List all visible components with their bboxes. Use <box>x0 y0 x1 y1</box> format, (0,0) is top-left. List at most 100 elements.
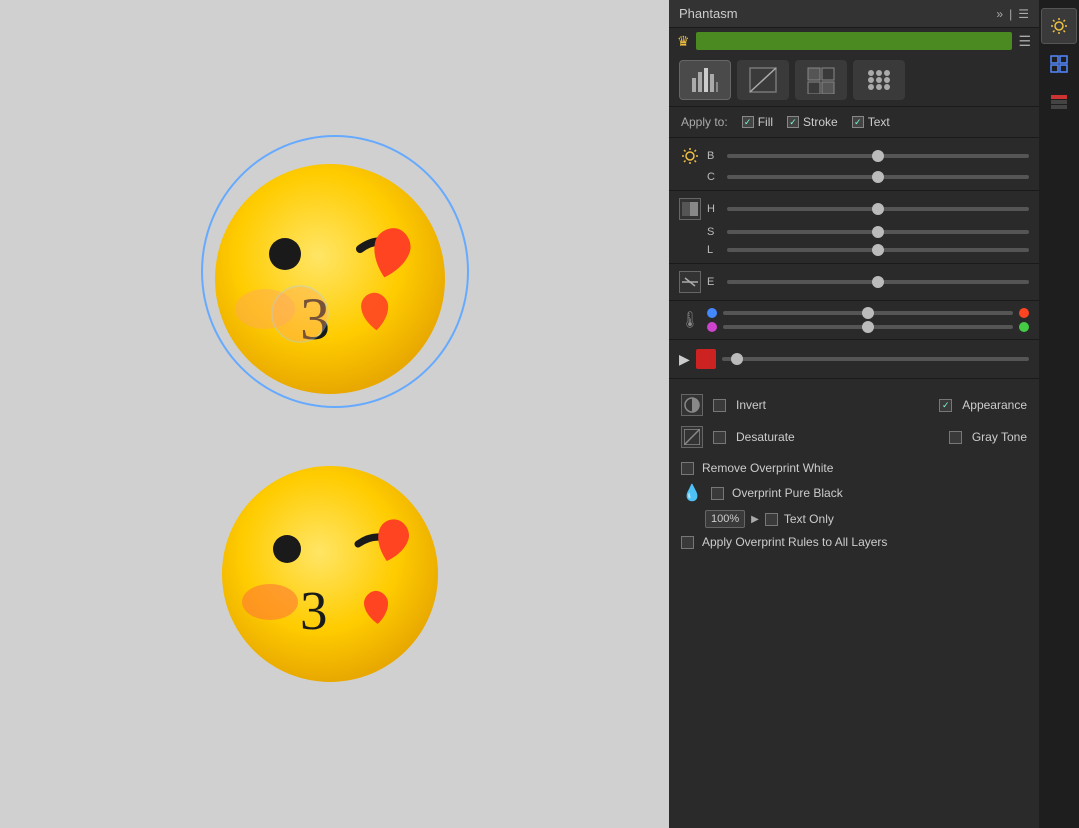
percent-arrow[interactable]: ▶ <box>751 514 759 525</box>
exposure-row: E <box>669 268 1039 296</box>
stroke-check-item[interactable]: ✓ Stroke <box>787 115 838 129</box>
overprint-black-label: Overprint Pure Black <box>732 486 843 500</box>
grid-toolbar-btn[interactable] <box>1041 46 1077 82</box>
remove-overprint-checkbox[interactable] <box>681 462 694 475</box>
temperature-row: 🌡 <box>669 305 1039 335</box>
e-icon-container <box>679 271 701 293</box>
stroke-label: Stroke <box>803 115 838 129</box>
tab-levels[interactable] <box>737 60 789 100</box>
apply-overprint-label: Apply Overprint Rules to All Layers <box>702 535 887 549</box>
overprint-black-checkbox[interactable] <box>711 487 724 500</box>
appearance-toolbar-btn[interactable] <box>1041 8 1077 44</box>
green-progress-bar <box>696 32 1013 50</box>
green-bar-menu-icon[interactable]: ☰ <box>1018 33 1031 50</box>
e-label: E <box>707 276 721 288</box>
overprint-black-row: 💧 Overprint Pure Black <box>681 479 1027 507</box>
text-only-checkbox[interactable] <box>765 513 778 526</box>
tint-slider-row <box>707 322 1029 332</box>
lightness-row: L <box>669 241 1039 259</box>
remove-overprint-row: Remove Overprint White <box>681 457 1027 479</box>
layers-toolbar-btn[interactable] <box>1041 84 1077 120</box>
apply-overprint-row: Apply Overprint Rules to All Layers <box>681 531 1027 553</box>
l-slider[interactable] <box>727 248 1029 252</box>
bottom-options: Remove Overprint White 💧 Overprint Pure … <box>669 453 1039 557</box>
panel-title: Phantasm <box>679 6 990 21</box>
e-slider[interactable] <box>727 280 1029 284</box>
invert-icon <box>681 394 703 416</box>
green-bar: ♛ ☰ <box>669 28 1039 54</box>
emoji-top[interactable]: 3 <box>205 139 465 404</box>
saturation-row: S <box>669 223 1039 241</box>
text-only-label: Text Only <box>784 512 834 526</box>
appearance-label: Appearance <box>962 398 1027 412</box>
fill-label: Fill <box>758 115 773 129</box>
menu-icon[interactable]: ☰ <box>1018 7 1029 21</box>
tab-curves[interactable] <box>795 60 847 100</box>
b-label: B <box>707 150 721 162</box>
percent-input[interactable]: 100% <box>705 510 745 528</box>
text-label: Text <box>868 115 890 129</box>
remove-overprint-label: Remove Overprint White <box>702 461 833 475</box>
expand-icon[interactable]: » <box>996 7 1003 21</box>
desaturate-label: Desaturate <box>736 430 795 444</box>
tab-histogram[interactable] <box>679 60 731 100</box>
tab-halftone[interactable] <box>853 60 905 100</box>
canvas-area: 3 <box>0 0 669 828</box>
invert-label: Invert <box>736 398 766 412</box>
s-label: S <box>707 226 721 238</box>
desaturate-icon <box>681 426 703 448</box>
appearance-checkbox[interactable]: ✓ <box>939 399 952 412</box>
s-slider[interactable] <box>727 230 1029 234</box>
l-label: L <box>707 244 721 256</box>
invert-row: Invert ✓ Appearance <box>669 389 1039 421</box>
fill-checkbox[interactable]: ✓ <box>742 116 754 128</box>
invert-checkbox[interactable] <box>713 399 726 412</box>
desaturate-row: Desaturate Gray Tone <box>669 421 1039 453</box>
temperature-icon: 🌡 <box>679 310 701 330</box>
contrast-row: C <box>669 168 1039 186</box>
b-slider[interactable] <box>727 154 1029 158</box>
gray-tone-checkbox[interactable] <box>949 431 962 444</box>
hsl-icon <box>679 198 701 220</box>
svg-text:3: 3 <box>300 580 328 641</box>
color-replace-slider[interactable] <box>722 357 1029 361</box>
crown-icon: ♛ <box>677 33 690 50</box>
temp-sliders <box>707 308 1029 332</box>
hue-row: H <box>669 195 1039 223</box>
desaturate-checkbox[interactable] <box>713 431 726 444</box>
stroke-checkbox[interactable]: ✓ <box>787 116 799 128</box>
fill-check-item[interactable]: ✓ Fill <box>742 115 773 129</box>
c-slider[interactable] <box>727 175 1029 179</box>
blue-dot <box>707 308 717 318</box>
tabs-row <box>669 54 1039 107</box>
color-swatch[interactable] <box>696 349 716 369</box>
drop-icon: 💧 <box>681 483 703 503</box>
brightness-row: B <box>669 144 1039 168</box>
gray-tone-label: Gray Tone <box>972 430 1027 444</box>
emoji-container: 3 <box>205 139 465 689</box>
color-replace-row: ▶ <box>669 344 1039 374</box>
apply-overprint-checkbox[interactable] <box>681 536 694 549</box>
sliders-section: B C H <box>669 138 1039 389</box>
warm-slider[interactable] <box>723 311 1013 315</box>
red-dot <box>1019 308 1029 318</box>
panel-header: Phantasm » | ☰ <box>669 0 1039 28</box>
text-check-item[interactable]: ✓ Text <box>852 115 890 129</box>
tint-slider[interactable] <box>723 325 1013 329</box>
c-label: C <box>707 171 721 183</box>
apply-to-row: Apply to: ✓ Fill ✓ Stroke ✓ Text <box>669 107 1039 138</box>
panel-header-icons: » | ☰ <box>996 7 1029 21</box>
text-checkbox[interactable]: ✓ <box>852 116 864 128</box>
brightness-icon <box>679 147 701 165</box>
color-replace-icon: ▶ <box>679 351 690 368</box>
purple-dot <box>707 322 717 332</box>
apply-to-label: Apply to: <box>681 115 728 129</box>
green-dot <box>1019 322 1029 332</box>
divider: | <box>1009 7 1012 21</box>
emoji-bottom[interactable]: 3 <box>215 444 455 689</box>
h-label: H <box>707 203 721 215</box>
far-right-toolbar <box>1039 0 1079 828</box>
right-panel: Phantasm » | ☰ ♛ ☰ <box>669 0 1039 828</box>
warm-slider-row <box>707 308 1029 318</box>
h-slider[interactable] <box>727 207 1029 211</box>
